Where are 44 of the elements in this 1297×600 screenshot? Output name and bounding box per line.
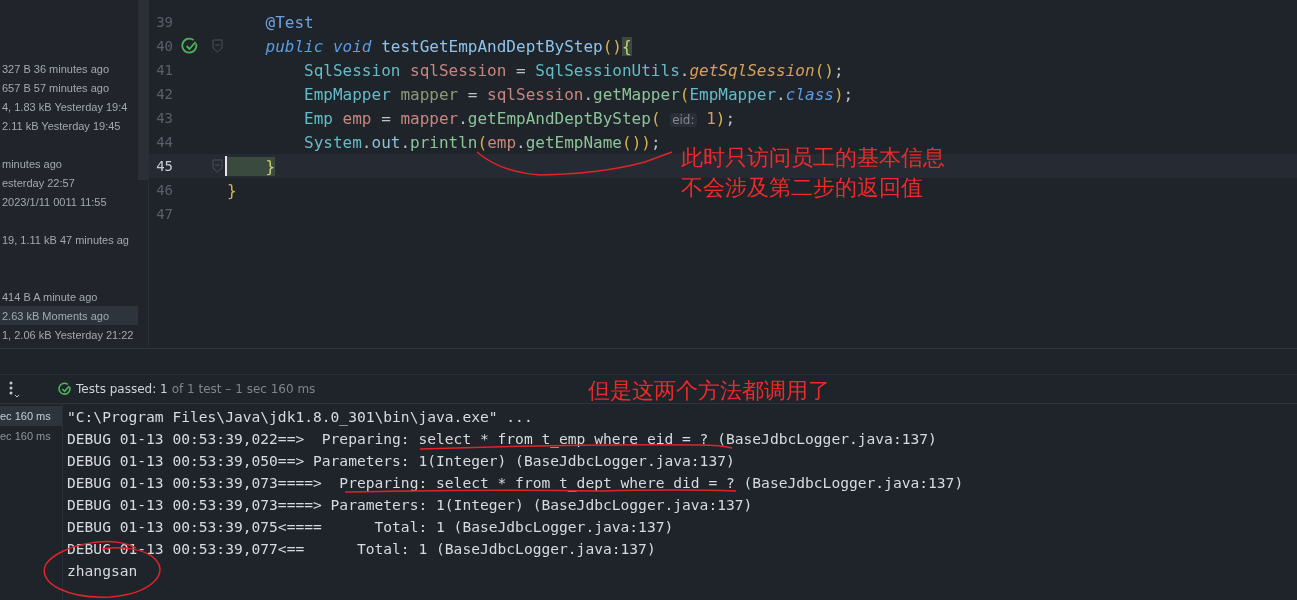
- annotation-text: 此时只访问员工的基本信息: [681, 144, 945, 172]
- console-line: "C:\Program Files\Java\jdk1.8.0_301\bin\java.exe" ...: [67, 409, 533, 425]
- check-circle-icon: [58, 382, 72, 396]
- code-line: public void testGetEmpAndDeptByStep(){: [264, 36, 632, 56]
- line-number: 47: [155, 206, 173, 222]
- file-list-item[interactable]: 19, 1.11 kB 47 minutes ag: [2, 233, 129, 246]
- console-line: DEBUG 01-13 00:53:39,050==> Parameters: 1(Integer) (BaseJdbcLogger.java:137): [67, 453, 735, 469]
- code-line: Emp emp = mapper.getEmpAndDeptByStep( eid: 1);: [303, 108, 736, 128]
- code-line: SqlSession sqlSession = SqlSessionUtils.getSqlSession();: [303, 60, 844, 80]
- fold-marker-icon[interactable]: [211, 39, 223, 53]
- annotation-text: 不会涉及第二步的返回值: [681, 174, 923, 202]
- file-list-item[interactable]: 1, 2.06 kB Yesterday 21:22: [2, 328, 134, 341]
- console-line: DEBUG 01-13 00:53:39,073====> Parameters: 1(Integer) (BaseJdbcLogger.java:137): [67, 497, 753, 513]
- code-line: @Test: [264, 12, 314, 32]
- test-duration-text: of 1 test – 1 sec 160 ms: [171, 382, 316, 396]
- file-list-item[interactable]: 4, 1.83 kB Yesterday 19:4: [2, 100, 128, 113]
- code-line: EmpMapper mapper = sqlSession.getMapper(EmpMapper.class);: [303, 84, 854, 104]
- console-line: DEBUG 01-13 00:53:39,022==> Preparing: select * from t_emp where eid = ? (BaseJdbcLogger.java:137): [67, 431, 937, 447]
- file-list-item[interactable]: minutes ago: [2, 157, 62, 170]
- console-line: DEBUG 01-13 00:53:39,075<==== Total: 1 (BaseJdbcLogger.java:137): [67, 519, 674, 535]
- file-list-item[interactable]: 327 B 36 minutes ago: [2, 62, 110, 75]
- file-list-item[interactable]: esterday 22:57: [2, 176, 75, 189]
- file-list-item[interactable]: 414 B A minute ago: [2, 290, 98, 303]
- test-tree-item[interactable]: ec 160 ms: [0, 426, 62, 446]
- line-number: 40: [155, 38, 173, 54]
- test-tree-item[interactable]: ec 160 ms: [0, 406, 62, 426]
- line-number: 39: [155, 14, 173, 30]
- file-list-item[interactable]: 657 B 57 minutes ago: [2, 81, 110, 94]
- console-line: zhangsan: [67, 563, 138, 579]
- line-number: 43: [155, 110, 173, 126]
- line-number: 46: [155, 182, 173, 198]
- line-number: 45: [155, 158, 173, 174]
- line-number: 41: [155, 62, 173, 78]
- test-status-text: Tests passed: 1: [76, 382, 168, 396]
- line-number: 42: [155, 86, 173, 102]
- line-number: 44: [155, 134, 173, 150]
- annotation-text: 但是这两个方法都调用了: [588, 377, 830, 405]
- code-line: }: [227, 180, 237, 200]
- code-line: System.out.println(emp.getEmpName());: [303, 132, 661, 152]
- fold-marker-icon[interactable]: [211, 159, 223, 173]
- file-list-item[interactable]: 2.11 kB Yesterday 19:45: [2, 119, 121, 132]
- check-circle-icon[interactable]: [181, 37, 199, 55]
- console-line: DEBUG 01-13 00:53:39,073====> Preparing: select * from t_dept where did = ? (BaseJdbcLogger.java:137): [67, 475, 964, 491]
- file-list-item[interactable]: 2023/1/11 0011 11:55: [2, 195, 107, 208]
